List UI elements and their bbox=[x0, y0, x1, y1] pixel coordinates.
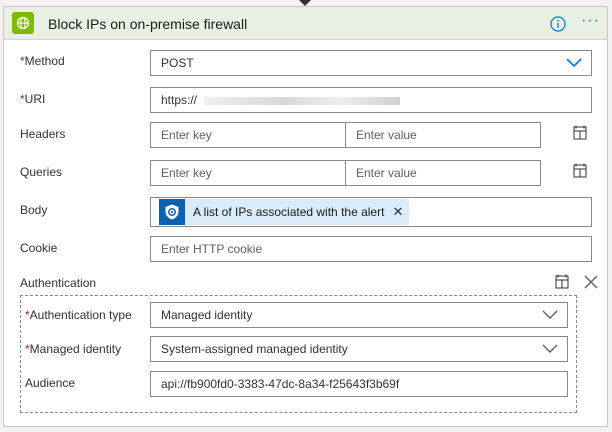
more-options-icon[interactable]: ··· bbox=[581, 13, 601, 31]
action-header[interactable]: Block IPs on on-premise firewall ··· bbox=[4, 7, 607, 40]
info-icon[interactable] bbox=[550, 16, 566, 32]
action-card: Block IPs on on-premise firewall ··· *Me… bbox=[3, 6, 608, 427]
switch-to-text-mode-icon[interactable] bbox=[572, 163, 588, 179]
remove-token-icon[interactable]: ✕ bbox=[392, 204, 403, 220]
switch-to-text-mode-icon[interactable] bbox=[572, 125, 588, 141]
uri-input[interactable]: https:// bbox=[150, 87, 592, 113]
authentication-type-select[interactable]: Managed identity bbox=[150, 302, 568, 328]
queries-key-input[interactable]: Enter key bbox=[150, 160, 346, 186]
close-icon[interactable] bbox=[583, 274, 599, 290]
cookie-input[interactable]: Enter HTTP cookie bbox=[150, 236, 592, 262]
authentication-type-label: *Authentication type bbox=[25, 308, 132, 322]
audience-label: Audience bbox=[25, 376, 76, 390]
sentinel-shield-icon bbox=[159, 199, 185, 225]
headers-label: Headers bbox=[20, 127, 66, 141]
switch-to-text-mode-icon[interactable] bbox=[554, 274, 570, 290]
headers-key-input[interactable]: Enter key bbox=[150, 122, 346, 148]
globe-icon bbox=[12, 12, 34, 34]
action-title: Block IPs on on-premise firewall bbox=[48, 16, 248, 32]
authentication-label: Authentication bbox=[20, 276, 97, 290]
chevron-down-icon[interactable] bbox=[566, 58, 582, 68]
audience-input[interactable]: api://fb900fd0-3383-47dc-8a34-f25643f3b6… bbox=[150, 371, 568, 397]
method-select[interactable]: POST bbox=[150, 50, 592, 76]
method-label: *Method bbox=[20, 54, 65, 68]
cookie-label: Cookie bbox=[20, 241, 58, 255]
token-label: A list of IPs associated with the alert bbox=[193, 205, 385, 219]
managed-identity-label: *Managed identity bbox=[25, 342, 122, 356]
queries-value-input[interactable]: Enter value bbox=[345, 160, 541, 186]
redacted-uri-segment bbox=[204, 96, 401, 105]
dynamic-content-token[interactable]: A list of IPs associated with the alert … bbox=[159, 199, 410, 225]
chevron-down-icon[interactable] bbox=[542, 310, 558, 320]
headers-value-input[interactable]: Enter value bbox=[345, 122, 541, 148]
chevron-down-icon[interactable] bbox=[542, 344, 558, 354]
queries-label: Queries bbox=[20, 165, 63, 179]
managed-identity-select[interactable]: System-assigned managed identity bbox=[150, 336, 568, 362]
uri-label: *URI bbox=[20, 92, 46, 106]
body-label: Body bbox=[20, 203, 48, 217]
